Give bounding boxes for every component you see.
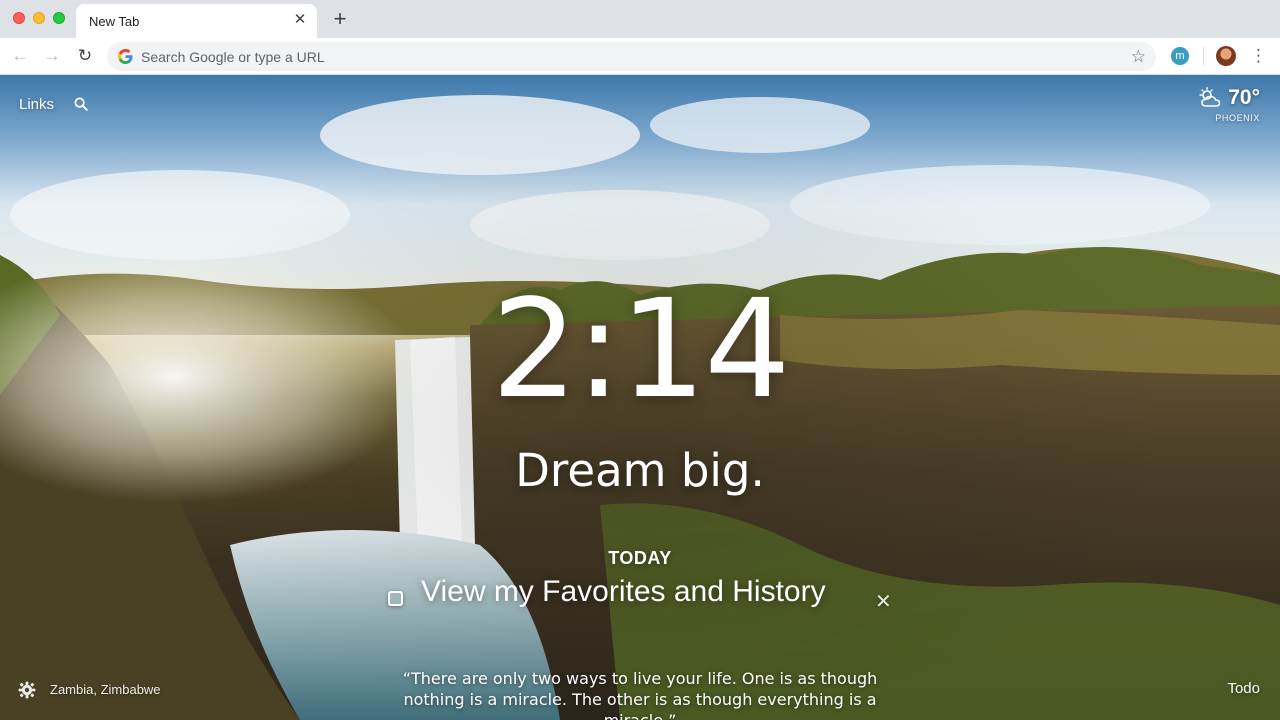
close-window-button[interactable] (13, 12, 25, 24)
settings-gear-icon[interactable] (18, 681, 36, 699)
google-icon (118, 49, 133, 64)
quote-text: “There are only two ways to live your li… (402, 669, 878, 720)
bookmark-star-icon[interactable]: ☆ (1131, 47, 1146, 67)
search-icon[interactable] (74, 97, 88, 111)
tab-strip: New Tab ✕ + (0, 0, 1280, 38)
reload-icon[interactable]: ↻ (75, 46, 95, 66)
focus-task-text[interactable]: View my Favorites and History (421, 575, 826, 609)
focus-heading: TODAY (608, 548, 672, 568)
forward-icon[interactable]: → (42, 46, 62, 66)
momentum-extension-icon[interactable]: m (1171, 47, 1189, 65)
focus-checkbox[interactable] (388, 591, 403, 606)
tab-title: New Tab (89, 14, 140, 29)
back-icon[interactable]: ← (10, 46, 30, 66)
weather-widget[interactable]: 70° PHOENIX (1198, 86, 1260, 123)
links-button[interactable]: Links (19, 96, 54, 113)
photo-location[interactable]: Zambia, Zimbabwe (50, 682, 161, 697)
tab-close-icon[interactable]: ✕ (292, 12, 308, 28)
minimize-window-button[interactable] (33, 12, 45, 24)
todo-button[interactable]: Todo (1227, 680, 1260, 697)
dashboard-background: Links 70° PHOENIX 2:14 Dream big. TODAY … (0, 75, 1280, 720)
temperature: 70° (1228, 86, 1260, 109)
address-bar[interactable]: Search Google or type a URL ☆ (107, 42, 1156, 71)
profile-avatar[interactable] (1216, 46, 1236, 66)
toolbar-divider (1203, 47, 1204, 65)
browser-toolbar: ← → ↻ Search Google or type a URL ☆ m ⋮ (0, 38, 1280, 75)
tab-new-tab[interactable]: New Tab ✕ (76, 4, 317, 38)
focus-delete-icon[interactable]: ✕ (875, 589, 892, 614)
focus-task-row: View my Favorites and History ✕ (386, 575, 896, 615)
omnibox-placeholder: Search Google or type a URL (141, 49, 325, 65)
weather-location: PHOENIX (1215, 113, 1260, 123)
more-menu-icon[interactable]: ⋮ (1250, 46, 1267, 66)
partly-cloudy-icon (1199, 87, 1221, 107)
mantra-text: Dream big. (515, 444, 765, 497)
maximize-window-button[interactable] (53, 12, 65, 24)
new-tab-button[interactable]: + (330, 8, 350, 30)
clock-time: 2:14 (491, 271, 790, 429)
